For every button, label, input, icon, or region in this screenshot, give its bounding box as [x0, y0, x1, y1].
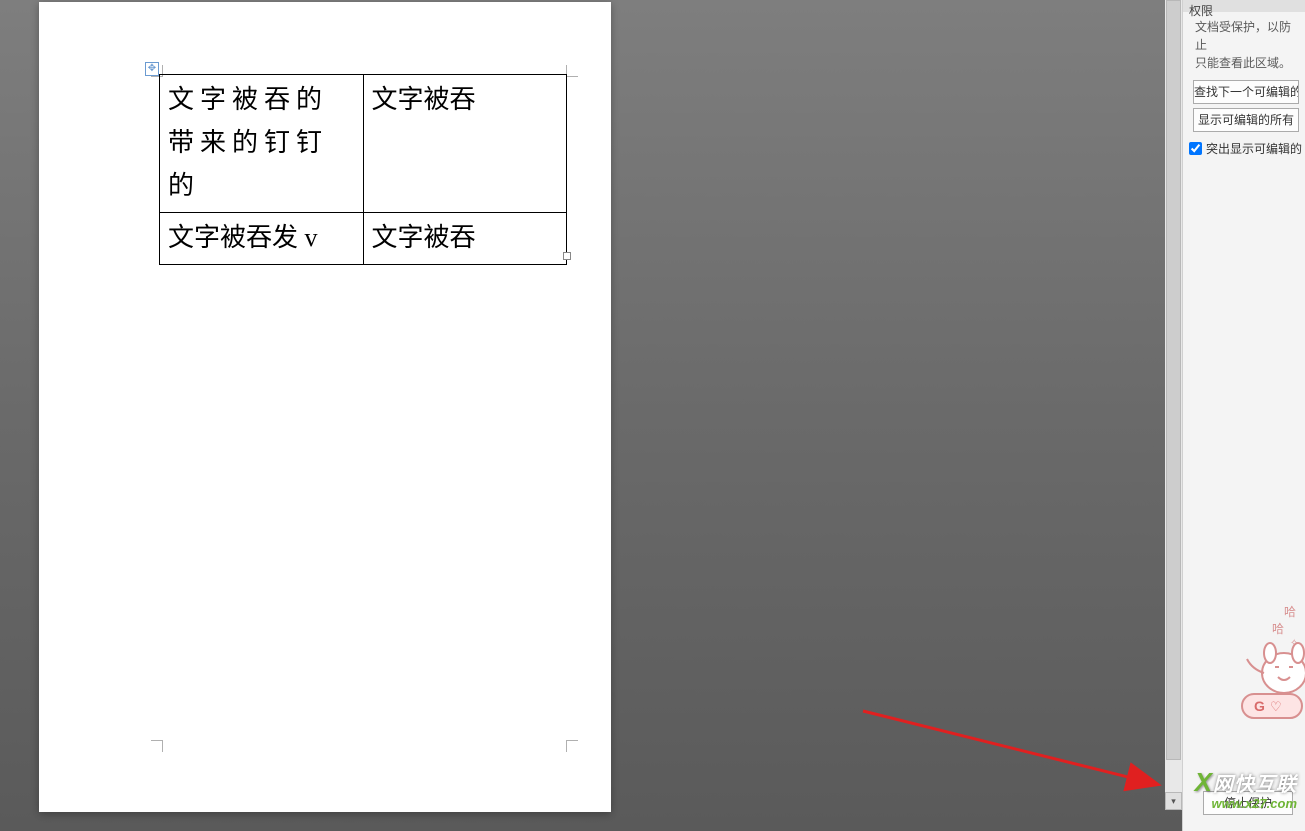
show-all-editable-button[interactable]: 显示可编辑的所有 [1193, 108, 1299, 132]
scrollbar-track[interactable] [1165, 0, 1182, 774]
mascot-character-icon: 哈 哈 ✧ G ♡ [1212, 601, 1305, 731]
panel-description-line: 只能查看此区域。 [1195, 56, 1291, 70]
highlight-editable-checkbox-row[interactable]: 突出显示可编辑的 [1183, 138, 1305, 159]
mascot-text: 哈 [1272, 622, 1284, 636]
highlight-editable-checkbox[interactable] [1189, 142, 1202, 155]
table-resize-handle-icon[interactable] [563, 252, 571, 260]
margin-corner-bottom-right [566, 740, 578, 752]
panel-description-line: 文档受保护，以防止 [1195, 20, 1291, 52]
table-cell[interactable]: 文字被吞发 v [160, 212, 364, 264]
panel-title: 权限 [1183, 0, 1305, 12]
table-cell[interactable]: 文字被吞 [363, 75, 567, 213]
scrollbar-thumb[interactable] [1166, 0, 1181, 760]
annotation-arrow-icon [858, 706, 1178, 796]
find-next-editable-button[interactable]: 查找下一个可编辑的 [1193, 80, 1299, 104]
table-row[interactable]: 文字被吞发 v 文字被吞 [160, 212, 567, 264]
margin-corner-top-right [566, 65, 578, 77]
document-page[interactable]: ✥ 文字被吞的带来的钉钉的 文字被吞 文字被吞发 v 文字被吞 [39, 2, 611, 812]
table-move-handle-icon[interactable]: ✥ [145, 62, 159, 76]
document-table[interactable]: 文字被吞的带来的钉钉的 文字被吞 文字被吞发 v 文字被吞 [159, 74, 567, 265]
scrollbar-down-button[interactable]: ▾ [1165, 792, 1182, 810]
vertical-scrollbar[interactable]: ▾ [1165, 0, 1182, 810]
panel-description: 文档受保护，以防止 只能查看此区域。 [1183, 12, 1305, 76]
table-cell[interactable]: 文字被吞的带来的钉钉的 [160, 75, 364, 213]
panel-buttons: 查找下一个可编辑的 显示可编辑的所有 [1183, 76, 1305, 138]
table-cell[interactable]: 文字被吞 [363, 212, 567, 264]
svg-text:♡: ♡ [1270, 699, 1282, 714]
mascot-text: 哈 [1284, 605, 1296, 619]
svg-text:G: G [1254, 698, 1265, 714]
stop-protection-button[interactable]: 停止保护 [1203, 791, 1293, 815]
margin-corner-bottom-left [151, 740, 163, 752]
highlight-editable-label: 突出显示可编辑的 [1206, 140, 1302, 157]
table-row[interactable]: 文字被吞的带来的钉钉的 文字被吞 [160, 75, 567, 213]
